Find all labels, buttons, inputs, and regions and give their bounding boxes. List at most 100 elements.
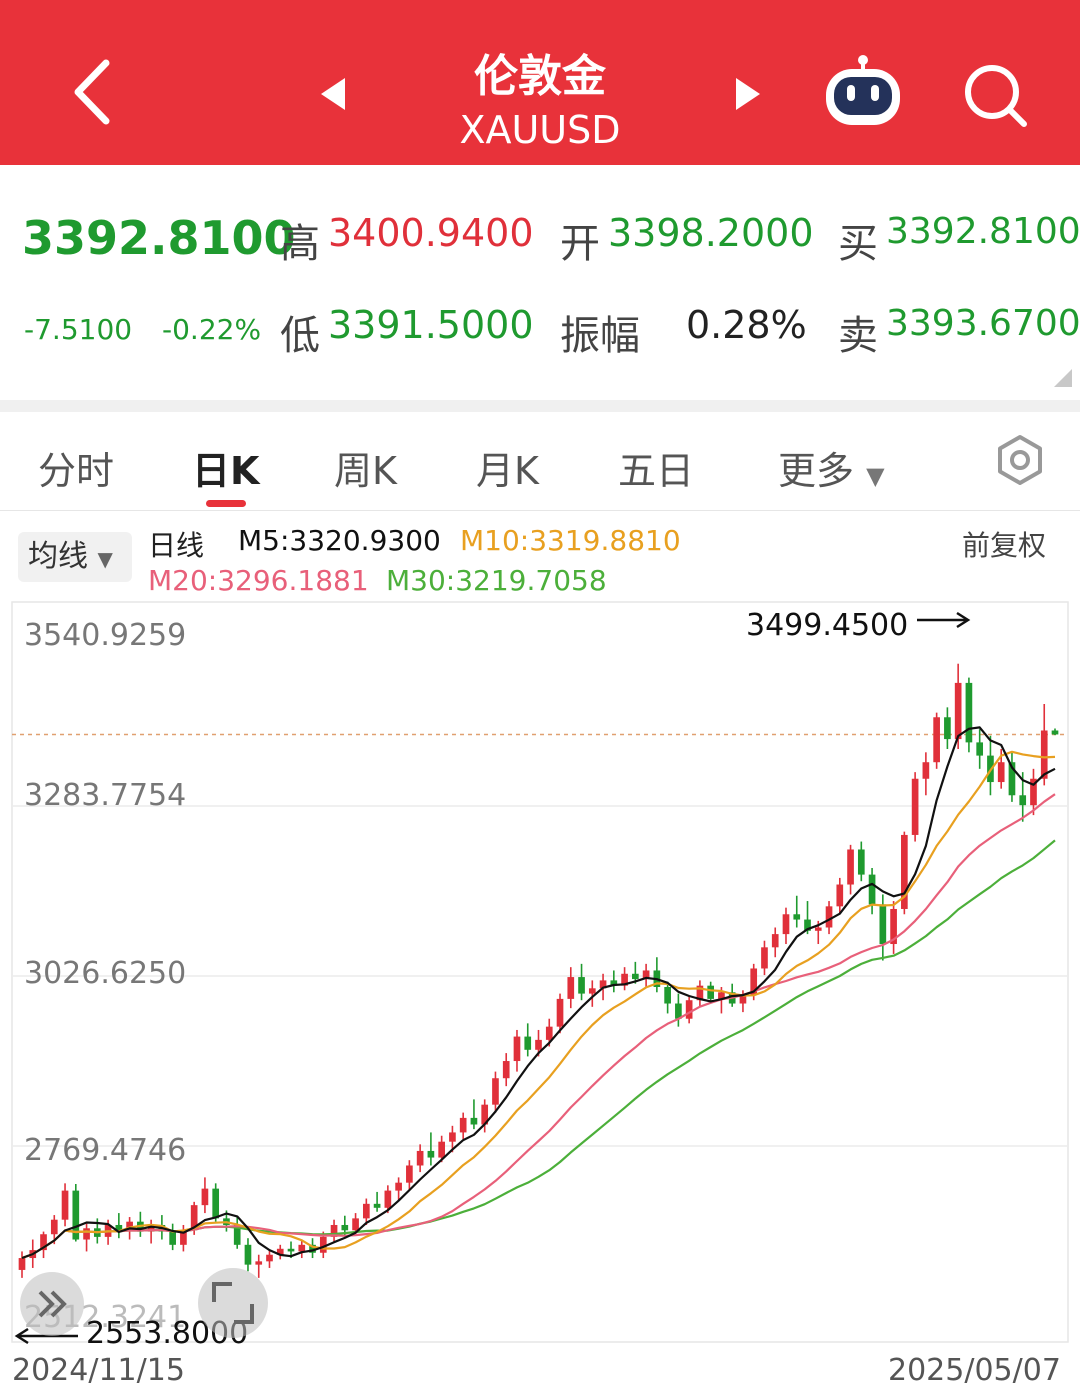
- ma-selector[interactable]: 均线 ▼: [18, 532, 132, 582]
- candle-body: [761, 947, 768, 969]
- candle-body: [459, 1117, 467, 1133]
- y-tick-label: 3283.7754: [24, 778, 187, 813]
- low-label: 低: [280, 313, 320, 359]
- candle-body: [664, 986, 671, 1004]
- active-tab-indicator: [206, 500, 246, 507]
- next-symbol-button[interactable]: [730, 74, 766, 114]
- buy-label: 买: [838, 221, 878, 267]
- candle-body: [406, 1165, 413, 1183]
- candle-body: [61, 1190, 69, 1220]
- candle-body: [341, 1224, 349, 1231]
- candle-body: [298, 1244, 306, 1252]
- reset-zoom-button[interactable]: [198, 1268, 268, 1338]
- candle-body: [567, 977, 575, 999]
- candle-body: [384, 1190, 392, 1208]
- candle-body: [352, 1218, 359, 1231]
- candle-body: [911, 778, 919, 835]
- sell-label: 卖: [838, 313, 878, 359]
- tab-more[interactable]: 更多 ▼: [778, 440, 885, 495]
- candle-body: [255, 1261, 263, 1265]
- candle-body: [976, 742, 984, 756]
- candle-body: [18, 1258, 26, 1270]
- candle-body: [793, 914, 801, 920]
- tab-more-label: 更多: [778, 449, 855, 493]
- top-bar: 伦敦金 XAUUSD: [0, 0, 1080, 165]
- expand-history-button[interactable]: [20, 1272, 84, 1336]
- candle-body: [524, 1036, 532, 1050]
- candle-body: [427, 1150, 435, 1158]
- candle-body: [944, 717, 951, 740]
- x-start-date: 2024/11/15: [12, 1353, 185, 1388]
- ma5-value: M5:3320.9300: [238, 524, 441, 557]
- robot-assistant-button[interactable]: [822, 55, 904, 129]
- candle-body: [502, 1061, 510, 1079]
- tab-five-day[interactable]: 五日: [618, 440, 694, 495]
- candle-body: [535, 1039, 542, 1050]
- divider: [0, 400, 1080, 412]
- tab-monthly-k[interactable]: 月K: [476, 440, 539, 495]
- candle-body: [169, 1231, 176, 1245]
- symbol-name: 伦敦金: [474, 51, 606, 102]
- candle-body: [997, 762, 1005, 783]
- candle-body: [545, 1026, 553, 1040]
- price-change: -7.5100: [24, 313, 133, 346]
- candle-body: [922, 762, 930, 779]
- candle-body: [847, 849, 854, 885]
- ma20-line: [21, 793, 1056, 1260]
- adjust-label[interactable]: 前复权: [962, 524, 1046, 564]
- chart-settings-button[interactable]: [994, 434, 1046, 490]
- robot-icon: [826, 55, 900, 125]
- kline-type-label: 日线: [148, 529, 205, 562]
- open-value: 3398.2000: [608, 211, 814, 255]
- candle-body: [965, 682, 973, 743]
- candle-body: [556, 998, 564, 1027]
- candle-body: [266, 1254, 273, 1262]
- candle-body: [954, 682, 962, 740]
- double-chevron-right-icon: [38, 1290, 67, 1318]
- candle-body: [868, 874, 876, 905]
- candle-body: [771, 934, 779, 948]
- candle-body: [492, 1078, 499, 1105]
- quote-panel: 3392.8100 -7.5100 -0.22% 高 3400.9400 低 3…: [0, 165, 1080, 400]
- tab-daily-k[interactable]: 日K: [192, 440, 259, 495]
- candle-body: [470, 1117, 478, 1125]
- candle-body: [857, 849, 865, 875]
- candle-body: [438, 1141, 445, 1158]
- candle-body: [685, 1000, 693, 1019]
- candle-body: [825, 906, 833, 928]
- caret-down-icon: ▼: [97, 547, 113, 571]
- candle-body: [83, 1228, 90, 1240]
- sell-value: 3393.6700: [886, 303, 1080, 344]
- open-label: 开: [560, 221, 600, 267]
- ma10-value: M10:3319.8810: [460, 524, 681, 557]
- symbol-code: XAUUSD: [459, 108, 621, 152]
- candle-body: [1040, 730, 1048, 779]
- ma20-value: M20:3296.1881: [148, 564, 369, 597]
- candle-body: [201, 1188, 209, 1206]
- triangle-right-icon: [736, 78, 760, 110]
- candle-body: [416, 1150, 424, 1166]
- candle-body: [1051, 730, 1059, 735]
- amplitude-label: 振幅: [560, 313, 640, 359]
- tab-intraday[interactable]: 分时: [38, 440, 114, 495]
- candle-body: [513, 1036, 521, 1062]
- candle-body: [588, 988, 596, 994]
- y-tick-label: 2769.4746: [24, 1133, 187, 1168]
- ma-selector-label: 均线: [28, 539, 88, 574]
- buy-value: 3392.8100: [886, 211, 1080, 252]
- high-value: 3400.9400: [328, 211, 534, 255]
- max-price-label: 3499.4500: [746, 608, 909, 643]
- expand-corner-icon[interactable]: [1052, 367, 1074, 389]
- tab-weekly-k[interactable]: 周K: [334, 440, 397, 495]
- candle-body: [933, 717, 940, 763]
- candle-body: [782, 914, 790, 935]
- high-label: 高: [280, 221, 320, 267]
- search-button[interactable]: [960, 60, 1030, 130]
- candle-body: [362, 1203, 370, 1219]
- last-price: 3392.8100: [22, 211, 296, 265]
- arrow-right-icon: [917, 611, 971, 629]
- candle-body: [578, 977, 585, 994]
- amplitude-value: 0.28%: [686, 303, 807, 347]
- candle-body: [212, 1188, 220, 1219]
- y-tick-label: 3540.9259: [24, 618, 187, 653]
